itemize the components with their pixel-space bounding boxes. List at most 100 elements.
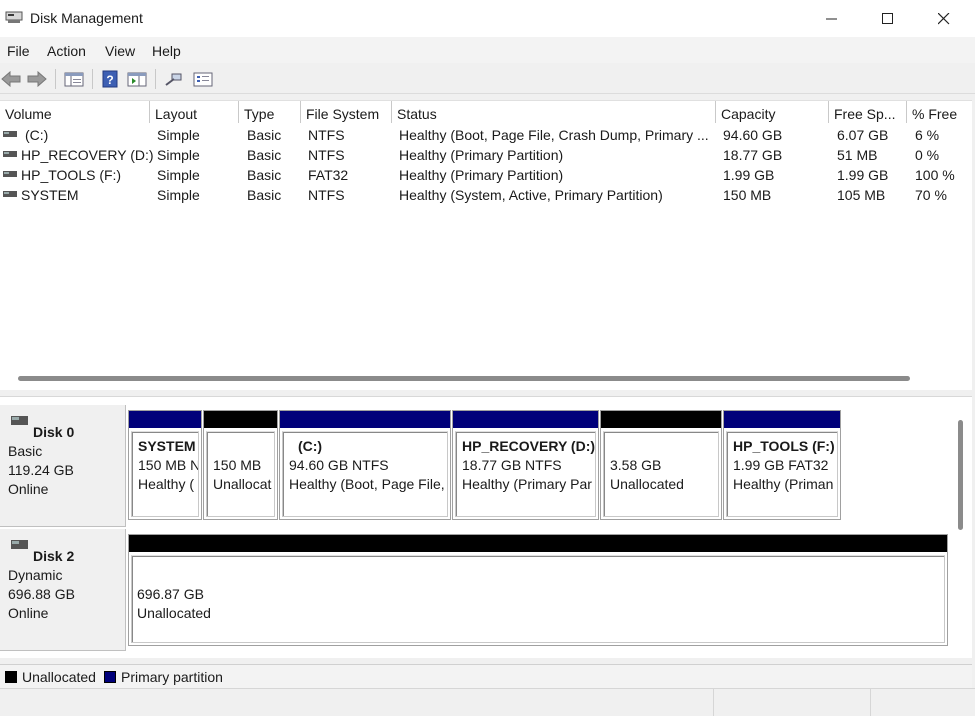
cell-percent-free: 0 % — [915, 147, 940, 163]
table-row[interactable]: HP_RECOVERY (D:) Simple Basic NTFS Healt… — [0, 145, 972, 165]
maximize-icon — [882, 12, 893, 24]
properties-button[interactable] — [192, 68, 214, 90]
partition-unallocated[interactable]: 696.87 GB Unallocated — [128, 534, 948, 646]
disk-type: Dynamic — [8, 567, 63, 583]
forward-button[interactable] — [26, 68, 48, 90]
column-capacity[interactable]: Capacity — [716, 101, 829, 123]
legend-label-primary: Primary partition — [121, 669, 223, 685]
cell-layout: Simple — [157, 187, 200, 203]
table-row[interactable]: (C:) Simple Basic NTFS Healthy (Boot, Pa… — [0, 125, 972, 145]
disk-state: Online — [8, 481, 49, 497]
menu-view[interactable]: View — [105, 43, 135, 59]
table-row[interactable]: HP_TOOLS (F:) Simple Basic FAT32 Healthy… — [0, 165, 972, 185]
disk-icon — [11, 540, 28, 549]
close-button[interactable] — [916, 0, 972, 37]
cell-layout: Simple — [157, 167, 200, 183]
column-volume[interactable]: Volume — [0, 101, 150, 123]
legend-swatch-unallocated — [5, 671, 17, 683]
cell-capacity: 1.99 GB — [723, 167, 775, 183]
partition-status: Unallocated — [137, 605, 211, 621]
cell-free-space: 6.07 GB — [837, 127, 889, 143]
status-bar — [0, 688, 975, 716]
cell-percent-free: 6 % — [915, 127, 940, 143]
column-file-system[interactable]: File System — [301, 101, 392, 123]
volume-icon — [3, 131, 17, 137]
cell-free-space: 105 MB — [837, 187, 886, 203]
menu-action[interactable]: Action — [47, 43, 86, 59]
disk-management-icon — [5, 11, 23, 23]
connect-button[interactable] — [163, 68, 185, 90]
partition-status: Unallocated — [610, 476, 684, 492]
show-hide-tree-icon — [64, 72, 84, 87]
cell-file-system: NTFS — [308, 187, 345, 203]
console-tree-button[interactable] — [63, 68, 85, 90]
back-button[interactable] — [0, 68, 22, 90]
partition-size: 1.99 GB FAT32 — [733, 457, 829, 473]
properties-icon — [193, 72, 213, 87]
cell-capacity: 18.77 GB — [723, 147, 783, 163]
partition-size: 94.60 GB NTFS — [289, 457, 389, 473]
cell-status: Healthy (System, Active, Primary Partiti… — [399, 187, 663, 203]
partition-unallocated[interactable]: 150 MB Unallocat — [203, 410, 278, 520]
disk-map: Disk 0 Basic 119.24 GB Online SYSTEM 150… — [0, 396, 972, 658]
column-percent-free[interactable]: % Free — [907, 101, 972, 123]
partition-status: Healthy (Primary Par — [462, 476, 592, 492]
column-status[interactable]: Status — [392, 101, 716, 123]
column-type[interactable]: Type — [239, 101, 301, 123]
disk-state: Online — [8, 605, 49, 621]
partition-c[interactable]: (C:) 94.60 GB NTFS Healthy (Boot, Page F… — [279, 410, 451, 520]
cell-type: Basic — [247, 187, 282, 203]
close-icon — [938, 12, 950, 24]
partition-unallocated[interactable]: 3.58 GB Unallocated — [600, 410, 722, 520]
disk-0-label[interactable]: Disk 0 Basic 119.24 GB Online — [0, 405, 126, 527]
cell-percent-free: 70 % — [915, 187, 947, 203]
toolbar: ? — [0, 63, 975, 94]
cell-capacity: 94.60 GB — [723, 127, 783, 143]
column-layout[interactable]: Layout — [150, 101, 239, 123]
cell-layout: Simple — [157, 127, 200, 143]
column-free-space[interactable]: Free Sp... — [829, 101, 907, 123]
cell-percent-free: 100 % — [915, 167, 955, 183]
table-row[interactable]: SYSTEM Simple Basic NTFS Healthy (System… — [0, 185, 972, 205]
window-title: Disk Management — [30, 10, 143, 26]
partition-hp-recovery[interactable]: HP_RECOVERY (D:) 18.77 GB NTFS Healthy (… — [452, 410, 599, 520]
partition-bar — [129, 535, 947, 552]
menu-bar: File Action View Help — [0, 37, 975, 63]
minimize-button[interactable] — [804, 0, 860, 37]
volume-icon — [3, 171, 17, 177]
partition-size: 696.87 GB — [137, 586, 204, 602]
svg-text:?: ? — [106, 73, 113, 87]
back-arrow-icon — [1, 71, 21, 87]
partition-status: Healthy (Boot, Page File, — [289, 476, 445, 492]
partition-size: 150 MB N — [138, 457, 199, 473]
horizontal-scrollbar[interactable] — [18, 376, 910, 381]
cell-status: Healthy (Primary Partition) — [399, 167, 564, 183]
forward-arrow-icon — [27, 71, 47, 87]
partition-size: 18.77 GB NTFS — [462, 457, 562, 473]
partition-status: Healthy ( — [138, 476, 195, 492]
cell-volume: (C:) — [25, 127, 49, 143]
connect-icon — [165, 73, 182, 86]
legend-swatch-primary — [104, 671, 116, 683]
cell-free-space: 51 MB — [837, 147, 878, 163]
volume-list: Volume Layout Type File System Status Ca… — [0, 100, 972, 390]
disk-icon — [11, 416, 28, 425]
vertical-scrollbar[interactable] — [958, 420, 963, 530]
partition-bar — [280, 411, 450, 428]
action-pane-icon — [127, 72, 147, 87]
disk-name: Disk 0 — [33, 424, 75, 440]
partition-label: HP_RECOVERY (D:) — [462, 438, 596, 454]
cell-layout: Simple — [157, 147, 200, 163]
help-button[interactable]: ? — [99, 68, 121, 90]
action-pane-button[interactable] — [126, 68, 148, 90]
cell-status: Healthy (Boot, Page File, Crash Dump, Pr… — [399, 127, 709, 143]
volume-icon — [3, 191, 17, 197]
partition-bar — [129, 411, 201, 428]
help-icon: ? — [102, 70, 118, 88]
maximize-button[interactable] — [860, 0, 916, 37]
menu-help[interactable]: Help — [152, 43, 181, 59]
partition-hp-tools[interactable]: HP_TOOLS (F:) 1.99 GB FAT32 Healthy (Pri… — [723, 410, 841, 520]
disk-2-label[interactable]: Disk 2 Dynamic 696.88 GB Online — [0, 529, 126, 651]
partition-system[interactable]: SYSTEM 150 MB N Healthy ( — [128, 410, 202, 520]
menu-file[interactable]: File — [7, 43, 30, 59]
